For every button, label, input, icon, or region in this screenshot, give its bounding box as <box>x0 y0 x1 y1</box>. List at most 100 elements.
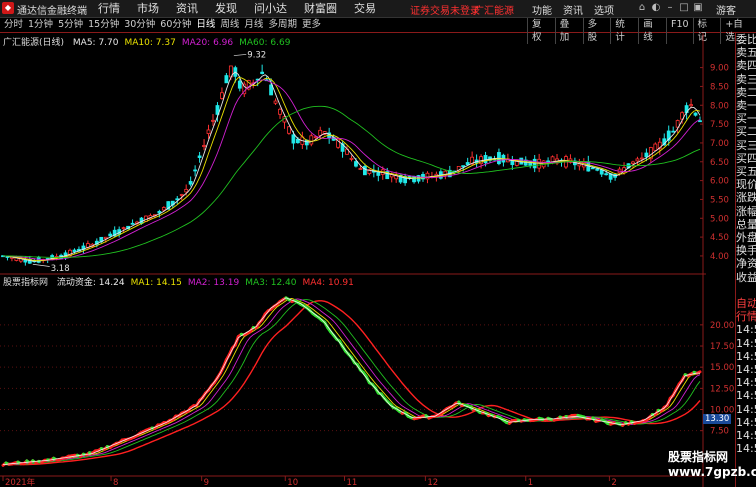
right-menu-item-1[interactable]: 资讯 <box>563 2 583 17</box>
indicator-legend-item: MA4: 10.91 <box>302 278 354 288</box>
menu-item-4[interactable]: 问小达 <box>254 1 287 16</box>
guest-label[interactable]: 游客 <box>716 2 736 17</box>
watermark-line2: www.7gpzb.com <box>668 465 756 479</box>
minimize-icon[interactable]: – <box>664 1 676 15</box>
ma-legend-item: MA60: 6.69 <box>239 38 291 48</box>
side-panel-item: 14:5 <box>736 389 756 403</box>
ma-legend-item: MA5: 7.70 <box>72 38 119 48</box>
indicator-tick-label: 17.50 <box>710 342 734 352</box>
x-tick-label: 1 <box>528 478 533 487</box>
x-tick-label: 9 <box>204 478 209 487</box>
candle-body <box>693 112 698 116</box>
candle-body <box>237 80 242 89</box>
candle-body <box>483 155 488 164</box>
period-tab-3[interactable]: 15分钟 <box>88 18 119 32</box>
right-menu-item-0[interactable]: 功能 <box>532 2 552 17</box>
candle-body <box>211 119 215 122</box>
side-panel-item: 14:5 <box>736 376 756 390</box>
candle-body <box>376 171 381 176</box>
period-tab-6[interactable]: 日线 <box>196 18 215 32</box>
candle-body <box>349 157 354 160</box>
period-tab-5[interactable]: 60分钟 <box>160 18 191 32</box>
login-notice[interactable]: 证券交易未登录 <box>410 2 480 17</box>
side-panel-item: 涨幅 <box>736 204 756 218</box>
candle-body <box>184 188 189 193</box>
menu-item-2[interactable]: 资讯 <box>176 1 198 16</box>
menu-item-3[interactable]: 发现 <box>215 1 237 16</box>
menu-item-5[interactable]: 财富圈 <box>304 1 337 16</box>
period-tab-7[interactable]: 周线 <box>220 18 239 32</box>
candle-body <box>36 257 41 263</box>
kline-chart-svg[interactable]: 9.00 8.50 8.00 7.50 7.00 6.50 6.00 5.50 5.00 4.50… <box>0 33 736 487</box>
period-tab-10[interactable]: 更多 <box>302 18 321 32</box>
restore-icon[interactable]: ▣ <box>692 1 704 15</box>
period-toolbar: 分时 1分钟 5分钟 15分钟 30分钟 60分钟 日线 周线 月线 多周期 更多 复权 叠加 多股 统计… <box>0 18 756 44</box>
indicator-legend-item: 流动资金: 14.24 <box>56 278 125 288</box>
stock-notice[interactable]: 广汇能源 <box>474 2 514 17</box>
period-tab-9[interactable]: 多周期 <box>268 18 297 32</box>
candle-body <box>179 194 184 196</box>
title-bar: ◆ 通达信金融终端 行情 市场 资讯 发现 问小达 财富圈 交易 证券交易未登录 广汇能源 … <box>0 0 756 18</box>
side-panel-item: 14:5 <box>736 363 756 377</box>
candle-body <box>224 75 229 84</box>
candle-body <box>461 165 466 168</box>
maximize-icon[interactable]: □ <box>678 1 690 15</box>
menu-item-0[interactable]: 行情 <box>98 1 120 16</box>
period-tab-0[interactable]: 分时 <box>4 18 23 32</box>
side-panel-item: 总量 <box>736 217 756 231</box>
indicator-capital-line <box>2 297 700 465</box>
side-panel-item: 卖三 <box>736 72 756 86</box>
side-panel-item: 外盘 <box>736 231 756 245</box>
low-price-label: 3.18 <box>51 264 70 274</box>
candle-body <box>287 126 291 134</box>
candle-body <box>354 161 358 167</box>
app-logo-icon: ◆ <box>2 2 14 14</box>
app-window: ◆ 通达信金融终端 行情 市场 资讯 发现 问小达 财富圈 交易 证券交易未登录 广汇能源 … <box>0 0 756 487</box>
indicator-tick-label: 7.50 <box>710 427 729 437</box>
side-panel-item: 换手 <box>736 244 756 258</box>
candle-body <box>23 259 28 263</box>
indicator-ma2-line <box>3 298 701 465</box>
indicator-legend-item: MA2: 13.19 <box>187 278 240 288</box>
price-tick-label: 5.00 <box>710 214 729 224</box>
side-panel-item: 卖四 <box>736 59 756 73</box>
candle-body <box>291 134 296 144</box>
candle-body <box>653 143 658 151</box>
x-tick-label: 12 <box>427 478 438 487</box>
right-menu-item-2[interactable]: 选项 <box>594 2 614 17</box>
price-tick-label: 7.00 <box>710 139 729 149</box>
candle-body <box>72 249 77 253</box>
skin-icon[interactable]: ◐ <box>650 1 662 15</box>
chart-area[interactable]: 9.00 8.50 8.00 7.50 7.00 6.50 6.00 5.50 5.00 4.50… <box>0 33 734 487</box>
side-panel-item <box>736 284 756 297</box>
candle-body <box>318 129 323 136</box>
menu-item-6[interactable]: 交易 <box>354 1 376 16</box>
period-tab-4[interactable]: 30分钟 <box>124 18 155 32</box>
menu-item-1[interactable]: 市场 <box>137 1 159 16</box>
side-panel-item: 买四 <box>736 151 756 165</box>
indicator-tick-label: 20.00 <box>710 321 734 331</box>
candle-body <box>220 92 224 99</box>
side-panel-item: 委比 <box>736 33 756 46</box>
period-tab-1[interactable]: 1分钟 <box>28 18 53 32</box>
candle-body <box>188 181 193 185</box>
side-panel-item: 14:5 <box>736 429 756 443</box>
side-panel-item: 净资 <box>736 257 756 271</box>
candle-body <box>278 108 282 115</box>
side-panel-item: 买二 <box>736 125 756 139</box>
home-icon[interactable]: ⌂ <box>636 1 648 15</box>
side-panel-item: 14:5 <box>736 323 756 337</box>
stock-name-label: 广汇能源(日线) <box>3 38 65 48</box>
candle-body <box>412 176 416 183</box>
side-panel-item: 行情 <box>736 310 756 324</box>
side-panel-item: 卖一 <box>736 99 756 113</box>
period-tab-2[interactable]: 5分钟 <box>58 18 83 32</box>
candle-body <box>121 227 126 230</box>
side-panel-item: 涨跌 <box>736 191 756 205</box>
candle-body <box>175 198 180 201</box>
candle-body <box>161 207 166 211</box>
period-tab-8[interactable]: 月线 <box>244 18 263 32</box>
candle-body <box>635 158 640 162</box>
price-tick-label: 7.50 <box>710 120 729 130</box>
candle-body <box>644 152 649 158</box>
